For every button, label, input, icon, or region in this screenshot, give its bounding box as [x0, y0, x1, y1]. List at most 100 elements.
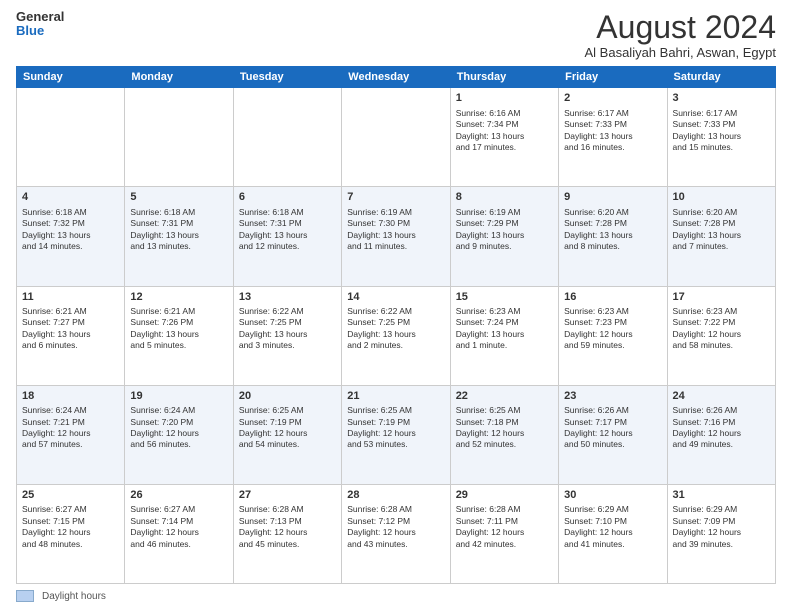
day-info: Sunrise: 6:26 AM Sunset: 7:17 PM Dayligh…: [564, 405, 661, 451]
table-row: 5Sunrise: 6:18 AM Sunset: 7:31 PM Daylig…: [125, 187, 233, 286]
header: General Blue August 2024 Al Basaliyah Ba…: [16, 10, 776, 60]
table-row: 18Sunrise: 6:24 AM Sunset: 7:21 PM Dayli…: [17, 385, 125, 484]
table-row: 31Sunrise: 6:29 AM Sunset: 7:09 PM Dayli…: [667, 484, 775, 583]
day-info: Sunrise: 6:26 AM Sunset: 7:16 PM Dayligh…: [673, 405, 770, 451]
day-info: Sunrise: 6:20 AM Sunset: 7:28 PM Dayligh…: [673, 207, 770, 253]
table-row: 23Sunrise: 6:26 AM Sunset: 7:17 PM Dayli…: [559, 385, 667, 484]
day-info: Sunrise: 6:27 AM Sunset: 7:14 PM Dayligh…: [130, 504, 227, 550]
day-info: Sunrise: 6:22 AM Sunset: 7:25 PM Dayligh…: [347, 306, 444, 352]
day-number: 1: [456, 91, 553, 106]
subtitle: Al Basaliyah Bahri, Aswan, Egypt: [585, 45, 777, 60]
calendar-row: 18Sunrise: 6:24 AM Sunset: 7:21 PM Dayli…: [17, 385, 776, 484]
day-info: Sunrise: 6:20 AM Sunset: 7:28 PM Dayligh…: [564, 207, 661, 253]
table-row: 27Sunrise: 6:28 AM Sunset: 7:13 PM Dayli…: [233, 484, 341, 583]
table-row: [342, 88, 450, 187]
table-row: 19Sunrise: 6:24 AM Sunset: 7:20 PM Dayli…: [125, 385, 233, 484]
day-info: Sunrise: 6:23 AM Sunset: 7:22 PM Dayligh…: [673, 306, 770, 352]
day-number: 7: [347, 190, 444, 205]
day-number: 20: [239, 389, 336, 404]
footer: Daylight hours: [16, 590, 776, 602]
day-number: 12: [130, 290, 227, 305]
table-row: 10 Sunrise: 6:20 AM Sunset: 7:28 PM Dayli…: [667, 187, 775, 286]
col-tuesday: Tuesday: [233, 67, 341, 88]
table-row: [17, 88, 125, 187]
day-info: Sunrise: 6:24 AM Sunset: 7:20 PM Dayligh…: [130, 405, 227, 451]
day-number: 28: [347, 488, 444, 503]
table-row: 12Sunrise: 6:21 AM Sunset: 7:26 PM Dayli…: [125, 286, 233, 385]
col-monday: Monday: [125, 67, 233, 88]
day-number: 14: [347, 290, 444, 305]
logo-line1: General: [16, 10, 64, 24]
day-number: 21: [347, 389, 444, 404]
calendar-row: 25Sunrise: 6:27 AM Sunset: 7:15 PM Dayli…: [17, 484, 776, 583]
calendar-table: Sunday Monday Tuesday Wednesday Thursday…: [16, 66, 776, 584]
day-info: Sunrise: 6:18 AM Sunset: 7:31 PM Dayligh…: [239, 207, 336, 253]
calendar-row: 11Sunrise: 6:21 AM Sunset: 7:27 PM Dayli…: [17, 286, 776, 385]
day-number: 13: [239, 290, 336, 305]
col-friday: Friday: [559, 67, 667, 88]
day-number: 11: [22, 290, 119, 305]
logo-line2: Blue: [16, 24, 64, 38]
day-info: Sunrise: 6:28 AM Sunset: 7:13 PM Dayligh…: [239, 504, 336, 550]
table-row: 20Sunrise: 6:25 AM Sunset: 7:19 PM Dayli…: [233, 385, 341, 484]
day-info: Sunrise: 6:29 AM Sunset: 7:09 PM Dayligh…: [673, 504, 770, 550]
table-row: [233, 88, 341, 187]
table-row: 25Sunrise: 6:27 AM Sunset: 7:15 PM Dayli…: [17, 484, 125, 583]
day-info: Sunrise: 6:18 AM Sunset: 7:32 PM Dayligh…: [22, 207, 119, 253]
col-sunday: Sunday: [17, 67, 125, 88]
table-row: 22Sunrise: 6:25 AM Sunset: 7:18 PM Dayli…: [450, 385, 558, 484]
day-number: 30: [564, 488, 661, 503]
table-row: 4 Sunrise: 6:18 AM Sunset: 7:32 PM Daylig…: [17, 187, 125, 286]
day-info: Sunrise: 6:23 AM Sunset: 7:24 PM Dayligh…: [456, 306, 553, 352]
day-number: 26: [130, 488, 227, 503]
day-number: 23: [564, 389, 661, 404]
daylight-legend-label: Daylight hours: [42, 591, 106, 602]
table-row: 7 Sunrise: 6:19 AM Sunset: 7:30 PM Daylig…: [342, 187, 450, 286]
day-number: 17: [673, 290, 770, 305]
day-info: Sunrise: 6:17 AM Sunset: 7:33 PM Dayligh…: [673, 108, 770, 154]
day-info: Sunrise: 6:25 AM Sunset: 7:18 PM Dayligh…: [456, 405, 553, 451]
col-thursday: Thursday: [450, 67, 558, 88]
day-info: Sunrise: 6:24 AM Sunset: 7:21 PM Dayligh…: [22, 405, 119, 451]
day-info: Sunrise: 6:19 AM Sunset: 7:30 PM Dayligh…: [347, 207, 444, 253]
day-number: 15: [456, 290, 553, 305]
table-row: 1 Sunrise: 6:16 AM Sunset: 7:34 PM Daylig…: [450, 88, 558, 187]
table-row: 15Sunrise: 6:23 AM Sunset: 7:24 PM Dayli…: [450, 286, 558, 385]
day-number: 16: [564, 290, 661, 305]
table-row: 3 Sunrise: 6:17 AM Sunset: 7:33 PM Daylig…: [667, 88, 775, 187]
table-row: 6 Sunrise: 6:18 AM Sunset: 7:31 PM Daylig…: [233, 187, 341, 286]
title-block: August 2024 Al Basaliyah Bahri, Aswan, E…: [585, 10, 777, 60]
day-info: Sunrise: 6:16 AM Sunset: 7:34 PM Dayligh…: [456, 108, 553, 154]
calendar-row: 1 Sunrise: 6:16 AM Sunset: 7:34 PM Daylig…: [17, 88, 776, 187]
day-number: 8: [456, 190, 553, 205]
table-row: 26Sunrise: 6:27 AM Sunset: 7:14 PM Dayli…: [125, 484, 233, 583]
table-row: [125, 88, 233, 187]
main-title: August 2024: [585, 10, 777, 45]
day-number: 10: [673, 190, 770, 205]
day-number: 9: [564, 190, 661, 205]
table-row: 13Sunrise: 6:22 AM Sunset: 7:25 PM Dayli…: [233, 286, 341, 385]
header-row: Sunday Monday Tuesday Wednesday Thursday…: [17, 67, 776, 88]
table-row: 14Sunrise: 6:22 AM Sunset: 7:25 PM Dayli…: [342, 286, 450, 385]
table-row: 16Sunrise: 6:23 AM Sunset: 7:23 PM Dayli…: [559, 286, 667, 385]
day-number: 5: [130, 190, 227, 205]
day-info: Sunrise: 6:29 AM Sunset: 7:10 PM Dayligh…: [564, 504, 661, 550]
daylight-legend-box: [16, 590, 34, 602]
day-number: 4: [22, 190, 119, 205]
day-number: 18: [22, 389, 119, 404]
day-number: 29: [456, 488, 553, 503]
table-row: 24Sunrise: 6:26 AM Sunset: 7:16 PM Dayli…: [667, 385, 775, 484]
table-row: 30Sunrise: 6:29 AM Sunset: 7:10 PM Dayli…: [559, 484, 667, 583]
day-info: Sunrise: 6:27 AM Sunset: 7:15 PM Dayligh…: [22, 504, 119, 550]
day-number: 3: [673, 91, 770, 106]
col-saturday: Saturday: [667, 67, 775, 88]
day-number: 31: [673, 488, 770, 503]
day-number: 6: [239, 190, 336, 205]
day-info: Sunrise: 6:21 AM Sunset: 7:27 PM Dayligh…: [22, 306, 119, 352]
day-info: Sunrise: 6:17 AM Sunset: 7:33 PM Dayligh…: [564, 108, 661, 154]
day-info: Sunrise: 6:25 AM Sunset: 7:19 PM Dayligh…: [347, 405, 444, 451]
logo: General Blue: [16, 10, 64, 39]
table-row: 17Sunrise: 6:23 AM Sunset: 7:22 PM Dayli…: [667, 286, 775, 385]
day-number: 27: [239, 488, 336, 503]
day-info: Sunrise: 6:19 AM Sunset: 7:29 PM Dayligh…: [456, 207, 553, 253]
